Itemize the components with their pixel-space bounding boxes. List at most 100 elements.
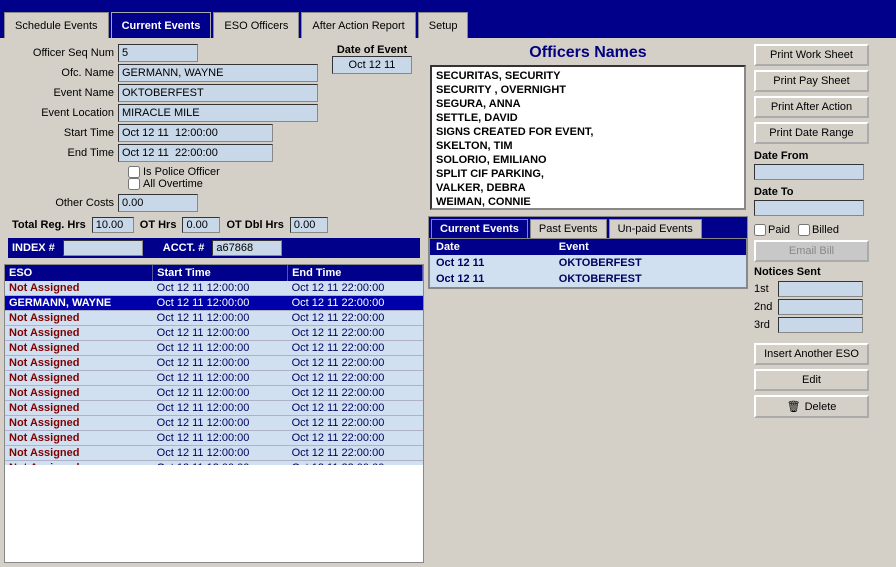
notices-section: Notices Sent 1st 2nd 3rd (754, 266, 880, 335)
eso-end-cell: Oct 12 11 22:00:00 (288, 341, 423, 356)
event-date-cell: Oct 12 11 (430, 271, 553, 287)
paid-checkbox[interactable] (754, 224, 766, 236)
notice-1st-row: 1st (754, 281, 880, 297)
ofc-name-input[interactable] (118, 64, 318, 82)
eso-end-cell: Oct 12 11 22:00:00 (288, 431, 423, 446)
eso-scroll[interactable]: ESO Start Time End Time Not AssignedOct … (5, 265, 423, 465)
officers-list-item[interactable]: WEIMAN, CONNIE (434, 195, 742, 209)
billed-checkbox[interactable] (798, 224, 810, 236)
officers-list-item[interactable]: YOUNG, JAMES (434, 209, 742, 210)
date-of-event-input[interactable] (332, 56, 412, 74)
officers-list-item[interactable]: VALKER, DEBRA (434, 181, 742, 195)
eso-cell: Not Assigned (5, 326, 153, 341)
eso-start-cell: Oct 12 11 12:00:00 (153, 446, 288, 461)
print-date-range-button[interactable]: Print Date Range (754, 122, 869, 144)
delete-button[interactable]: 🗑 Delete (754, 395, 869, 418)
paid-label[interactable]: Paid (754, 224, 790, 236)
edit-button[interactable]: Edit (754, 369, 869, 391)
start-time-col-header: Start Time (153, 265, 288, 281)
other-costs-input[interactable] (118, 194, 198, 212)
eso-end-cell: Oct 12 11 22:00:00 (288, 371, 423, 386)
date-from-input[interactable] (754, 164, 864, 180)
total-reg-hrs-label: Total Reg. Hrs (12, 219, 86, 231)
date-to-input[interactable] (754, 200, 864, 216)
officers-list-item[interactable]: SEGURA, ANNA (434, 97, 742, 111)
officer-seq-row: Officer Seq Num (8, 44, 320, 62)
ot-hrs-input[interactable] (182, 217, 220, 233)
officers-list-item[interactable]: SOLORIO, EMILIANO (434, 153, 742, 167)
is-police-officer-label[interactable]: Is Police Officer (128, 166, 220, 178)
date-to-section: Date To (754, 186, 880, 216)
acct-input[interactable] (212, 240, 282, 256)
eso-cell: Not Assigned (5, 446, 153, 461)
officers-list-item[interactable]: SKELTON, TIM (434, 139, 742, 153)
total-reg-hrs-input[interactable] (92, 217, 134, 233)
ofc-name-label: Ofc. Name (8, 67, 118, 79)
officers-list-item[interactable]: SETTLE, DAVID (434, 111, 742, 125)
tab-current-events[interactable]: Current Events (111, 12, 212, 38)
event-location-input[interactable] (118, 104, 318, 122)
officers-list-item[interactable]: SECURITAS, SECURITY (434, 69, 742, 83)
tab-schedule-events[interactable]: Schedule Events (4, 12, 109, 38)
eso-start-cell: Oct 12 11 12:00:00 (153, 311, 288, 326)
notice-3rd-row: 3rd (754, 317, 880, 333)
event-name-cell: OKTOBERFEST (553, 271, 746, 287)
officers-listbox[interactable]: SECURITAS, SECURITYSECURITY , OVERNIGHTS… (430, 65, 746, 210)
eso-start-cell: Oct 12 11 12:00:00 (153, 431, 288, 446)
event-name-label: Event Name (8, 87, 118, 99)
end-time-input[interactable] (118, 144, 273, 162)
eso-start-cell: Oct 12 11 12:00:00 (153, 401, 288, 416)
eso-col-header: ESO (5, 265, 153, 281)
left-panel: Officer Seq Num Ofc. Name Event Name (4, 42, 424, 563)
event-name-input[interactable] (118, 84, 318, 102)
eso-start-cell: Oct 12 11 12:00:00 (153, 386, 288, 401)
checkbox-section: Is Police Officer (128, 166, 420, 178)
date-to-label: Date To (754, 186, 880, 198)
end-time-row: End Time (8, 144, 320, 162)
date-from-label: Date From (754, 150, 880, 162)
insert-another-eso-button[interactable]: Insert Another ESO (754, 343, 869, 365)
all-overtime-checkbox[interactable] (128, 178, 140, 190)
tab-unpaid-events[interactable]: Un-paid Events (609, 219, 702, 238)
billed-label[interactable]: Billed (798, 224, 839, 236)
officer-seq-input[interactable] (118, 44, 198, 62)
officers-list-item[interactable]: SPLIT CIF PARKING, (434, 167, 742, 181)
eso-end-cell: Oct 12 11 22:00:00 (288, 296, 423, 311)
eso-cell: Not Assigned (5, 416, 153, 431)
index-input[interactable] (63, 240, 143, 256)
eso-cell: GERMANN, WAYNE (5, 296, 153, 311)
notice-3rd-input[interactable] (778, 317, 863, 333)
end-time-label: End Time (8, 147, 118, 159)
ot-dbl-hrs-label: OT Dbl Hrs (226, 219, 283, 231)
event-name-cell: OKTOBERFEST (553, 255, 746, 271)
tab-after-action-report[interactable]: After Action Report (301, 12, 415, 38)
print-pay-sheet-button[interactable]: Print Pay Sheet (754, 70, 869, 92)
events-table-container: Date Event Oct 12 11OKTOBERFESTOct 12 11… (429, 238, 747, 288)
notice-1st-label: 1st (754, 283, 774, 295)
tab-eso-officers[interactable]: ESO Officers (213, 12, 299, 38)
ot-dbl-hrs-input[interactable] (290, 217, 328, 233)
all-overtime-label[interactable]: All Overtime (128, 178, 203, 190)
event-location-label: Event Location (8, 107, 118, 119)
is-police-officer-checkbox[interactable] (128, 166, 140, 178)
eso-end-cell: Oct 12 11 22:00:00 (288, 326, 423, 341)
officers-list-item[interactable]: SECURITY , OVERNIGHT (434, 83, 742, 97)
print-after-action-button[interactable]: Print After Action (754, 96, 869, 118)
date-of-event-label: Date of Event (332, 44, 412, 56)
start-time-input[interactable] (118, 124, 273, 142)
eso-cell: Not Assigned (5, 311, 153, 326)
print-work-sheet-button[interactable]: Print Work Sheet (754, 44, 869, 66)
date-from-section: Date From (754, 150, 880, 180)
tab-setup[interactable]: Setup (418, 12, 469, 38)
date-of-event-section: Date of Event (324, 44, 420, 74)
notice-2nd-input[interactable] (778, 299, 863, 315)
eso-cell: Not Assigned (5, 281, 153, 296)
officers-title: Officers Names (430, 44, 746, 62)
officer-seq-label: Officer Seq Num (8, 47, 118, 59)
notice-1st-input[interactable] (778, 281, 863, 297)
tab-past-events[interactable]: Past Events (530, 219, 607, 238)
tab-current-events-events[interactable]: Current Events (431, 219, 528, 238)
officers-list-item[interactable]: SIGNS CREATED FOR EVENT, (434, 125, 742, 139)
eso-cell: Not Assigned (5, 341, 153, 356)
events-table: Date Event Oct 12 11OKTOBERFESTOct 12 11… (430, 239, 746, 287)
